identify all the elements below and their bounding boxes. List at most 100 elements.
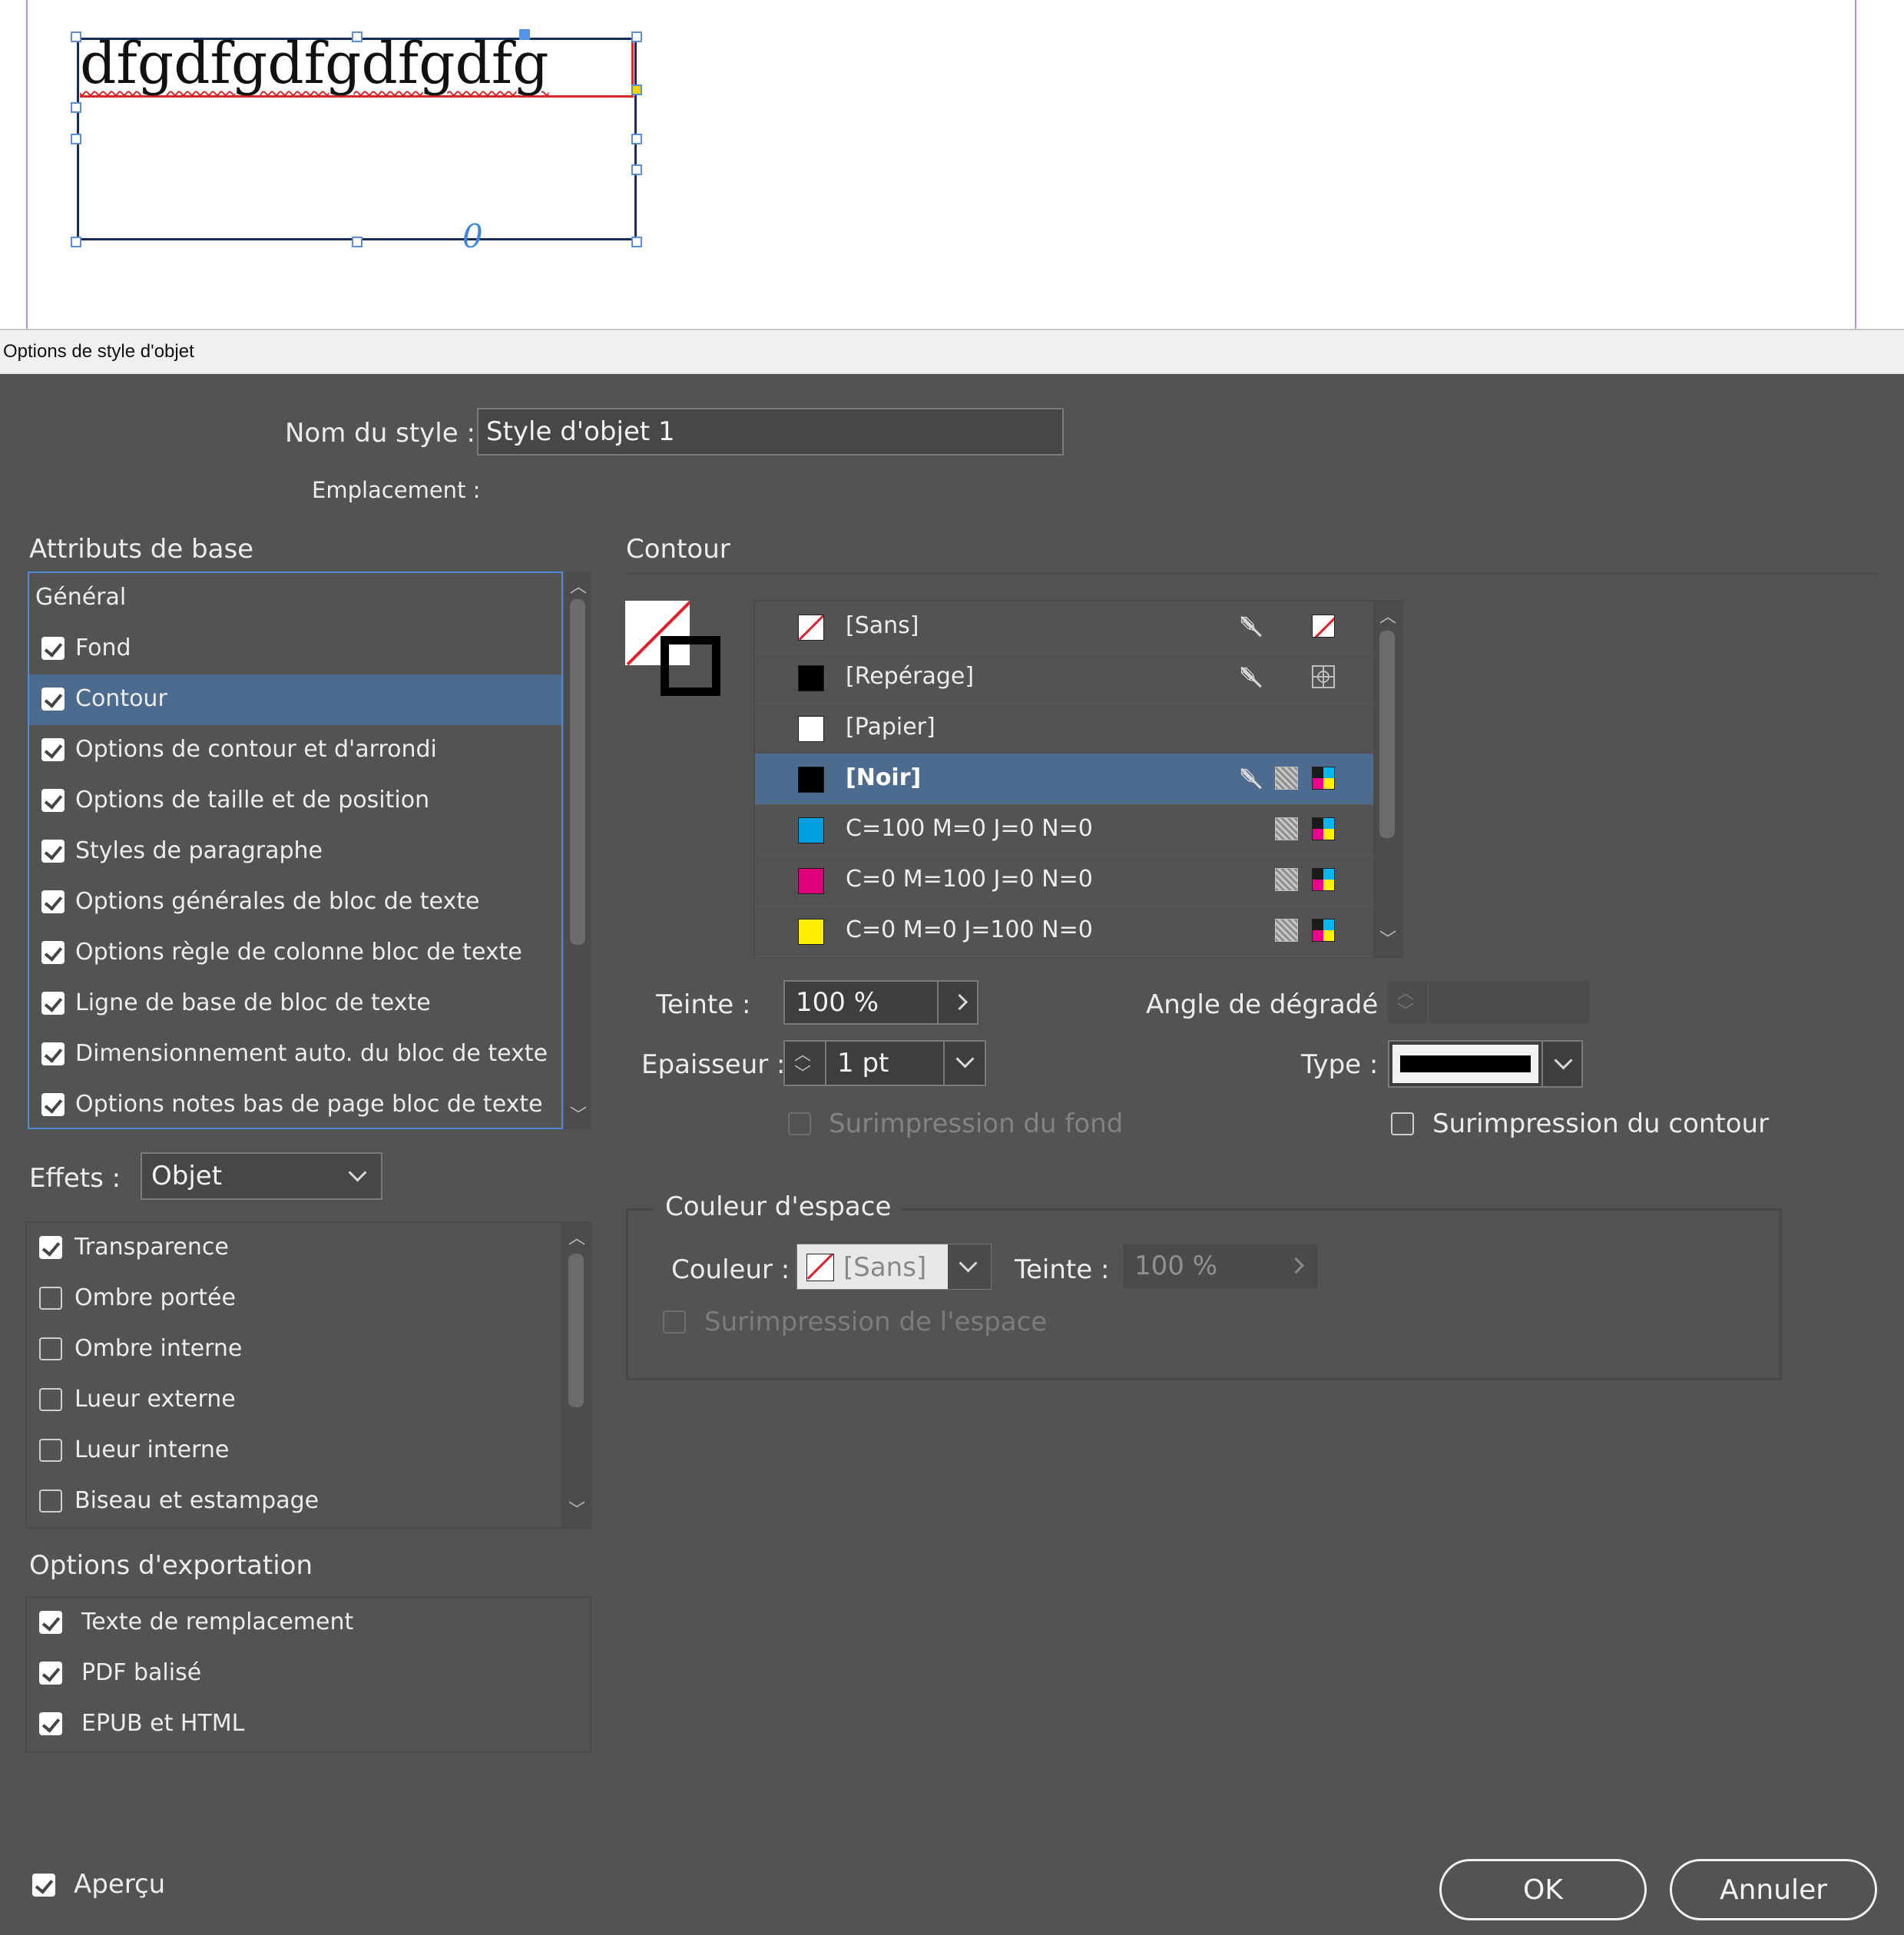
basic-attribute-checkbox[interactable] [41, 890, 65, 913]
swatch-row[interactable]: [Repérage] ✎ [755, 652, 1373, 704]
effects-scrollbar[interactable]: ︿ ﹀ [561, 1223, 591, 1527]
swatch-row[interactable]: C=100 M=0 J=0 N=0 [755, 804, 1373, 856]
effect-item[interactable]: Ombre interne [27, 1324, 557, 1375]
basic-attribute-item[interactable]: Styles de paragraphe [29, 827, 561, 877]
stroke-tint-input[interactable]: 100 % [783, 980, 978, 1025]
basic-attribute-item[interactable]: Fond [29, 624, 561, 674]
effect-item[interactable]: Transparence [27, 1223, 557, 1274]
corner-options-handle[interactable] [631, 84, 642, 95]
export-option-item[interactable]: Texte de remplacement [27, 1598, 590, 1648]
export-option-checkbox[interactable] [39, 1662, 62, 1685]
frame-handle-out-port[interactable] [631, 164, 642, 175]
fill-stroke-proxy-icon[interactable] [624, 599, 724, 699]
effect-item[interactable]: Ombre portée [27, 1274, 557, 1324]
basic-attribute-checkbox[interactable] [41, 637, 65, 660]
basic-attribute-item[interactable]: Contour [29, 674, 561, 725]
scroll-up-icon[interactable]: ︿ [568, 1224, 585, 1249]
basic-attributes-scrollbar[interactable]: ︿ ﹀ [565, 572, 591, 1129]
basic-attribute-item[interactable]: Options générales de bloc de texte [29, 877, 561, 928]
cmyk-mode-icon [1312, 919, 1335, 942]
basic-attribute-item[interactable]: Options de contour et d'arrondi [29, 725, 561, 776]
basic-attribute-item[interactable]: Général [29, 573, 561, 624]
effects-target-dropdown[interactable]: Objet [141, 1152, 382, 1200]
frame-handle-bottom-center[interactable] [352, 237, 363, 247]
gap-tint-label: Teinte : [1015, 1254, 1110, 1285]
gap-tint-input[interactable]: 100 % [1122, 1244, 1319, 1290]
gap-color-dropdown[interactable]: [Sans] [796, 1244, 992, 1290]
preview-checkbox[interactable] [32, 1874, 55, 1897]
basic-attribute-item[interactable]: Dimensionnement auto. du bloc de texte [29, 1029, 561, 1080]
frame-handle-top-left[interactable] [71, 31, 81, 42]
stroke-type-dropdown[interactable] [1388, 1040, 1583, 1088]
scroll-down-icon[interactable]: ﹀ [568, 1496, 585, 1521]
effects-label: Effets : [29, 1163, 121, 1194]
frame-handle-bottom-right[interactable] [631, 237, 642, 247]
basic-attribute-item[interactable]: Options règle de colonne bloc de texte [29, 928, 561, 979]
stroke-swatch-icon[interactable] [661, 636, 720, 696]
export-option-checkbox[interactable] [39, 1712, 62, 1735]
scroll-down-icon[interactable]: ﹀ [1379, 926, 1396, 950]
basic-attribute-checkbox[interactable] [41, 1093, 65, 1116]
swatch-row[interactable]: C=0 M=0 J=100 N=0 [755, 906, 1373, 957]
frame-handle-top-right[interactable] [631, 31, 642, 42]
scroll-thumb[interactable] [570, 599, 585, 945]
frame-handle-bottom-left[interactable] [71, 237, 81, 247]
overprint-stroke-checkbox[interactable] [1391, 1112, 1414, 1135]
scroll-thumb[interactable] [1379, 631, 1395, 838]
basic-attribute-checkbox[interactable] [41, 738, 65, 761]
style-name-input[interactable]: Style d'objet 1 [477, 408, 1064, 456]
basic-attribute-checkbox[interactable] [41, 941, 65, 964]
effect-checkbox[interactable] [39, 1287, 62, 1310]
ok-button[interactable]: OK [1439, 1859, 1647, 1920]
basic-attribute-checkbox[interactable] [41, 840, 65, 863]
scroll-down-icon[interactable]: ﹀ [570, 1102, 587, 1126]
effect-checkbox[interactable] [39, 1388, 62, 1411]
text-frame-content[interactable]: dfgdfgdfgdfgdfg [80, 31, 549, 97]
swatches-scrollbar[interactable]: ︿ ﹀ [1373, 601, 1402, 956]
basic-attribute-item[interactable]: Ligne de base de bloc de texte [29, 979, 561, 1029]
tint-slider-arrow-icon[interactable] [951, 993, 969, 1011]
basic-attribute-checkbox[interactable] [41, 1042, 65, 1065]
effect-item[interactable]: Lueur interne [27, 1426, 557, 1476]
basic-attribute-checkbox[interactable] [41, 688, 65, 711]
frame-handle-in-port[interactable] [71, 102, 81, 113]
export-options-list[interactable]: Texte de remplacement PDF balisé EPUB et H… [25, 1596, 591, 1753]
stroke-weight-input[interactable]: ︿ ﹀ 1 pt [783, 1040, 986, 1086]
spin-down-icon[interactable]: ﹀ [794, 1060, 811, 1085]
effect-checkbox[interactable] [39, 1236, 62, 1259]
basic-attribute-item[interactable]: Options de taille et de position [29, 776, 561, 827]
frame-handle-middle-right[interactable] [631, 134, 642, 144]
frame-handle-middle-left[interactable] [71, 134, 81, 144]
cancel-button[interactable]: Annuler [1670, 1859, 1877, 1920]
chevron-down-icon[interactable] [955, 1049, 975, 1069]
effects-list[interactable]: Transparence Ombre portée Ombre interne Lue… [25, 1221, 591, 1529]
scroll-up-icon[interactable]: ︿ [1379, 603, 1396, 628]
effect-checkbox[interactable] [39, 1439, 62, 1462]
effect-checkbox[interactable] [39, 1337, 62, 1360]
basic-attribute-checkbox[interactable] [41, 789, 65, 812]
effect-checkbox[interactable] [39, 1489, 62, 1513]
basic-attribute-item[interactable]: Options notes bas de page bloc de texte [29, 1080, 561, 1131]
export-option-item[interactable]: EPUB et HTML [27, 1699, 590, 1750]
text-in-port-icon[interactable] [519, 29, 530, 40]
overprint-fill-checkbox[interactable] [788, 1112, 811, 1135]
overprint-gap-checkbox[interactable] [663, 1310, 686, 1334]
spin-down-icon[interactable]: ﹀ [1397, 998, 1414, 1022]
chevron-down-icon[interactable] [1554, 1051, 1573, 1070]
swatch-row[interactable]: C=0 M=100 J=0 N=0 [755, 855, 1373, 906]
swatch-row[interactable]: [Sans] ✎ [755, 601, 1373, 653]
dialog-titlebar[interactable] [0, 330, 1904, 374]
export-option-item[interactable]: PDF balisé [27, 1648, 590, 1699]
basic-attribute-checkbox[interactable] [41, 992, 65, 1015]
scroll-up-icon[interactable]: ︿ [570, 573, 587, 598]
basic-attributes-list[interactable]: Général Fond Contour Options de contour et … [28, 572, 563, 1129]
effect-item[interactable]: Biseau et estampage [27, 1476, 557, 1527]
gradient-angle-input[interactable]: ︿ ﹀ [1387, 980, 1590, 1025]
swatches-list[interactable]: [Sans] ✎ [Repérage] ✎ [Papier] [Noir] ✎ C=100 M… [753, 600, 1403, 958]
swatch-row[interactable]: [Noir] ✎ [755, 754, 1373, 805]
swatch-row[interactable]: [Papier] [755, 703, 1373, 754]
frame-handle-top-center[interactable] [352, 31, 363, 42]
scroll-thumb[interactable] [568, 1254, 584, 1407]
export-option-checkbox[interactable] [39, 1611, 62, 1634]
effect-item[interactable]: Lueur externe [27, 1375, 557, 1426]
